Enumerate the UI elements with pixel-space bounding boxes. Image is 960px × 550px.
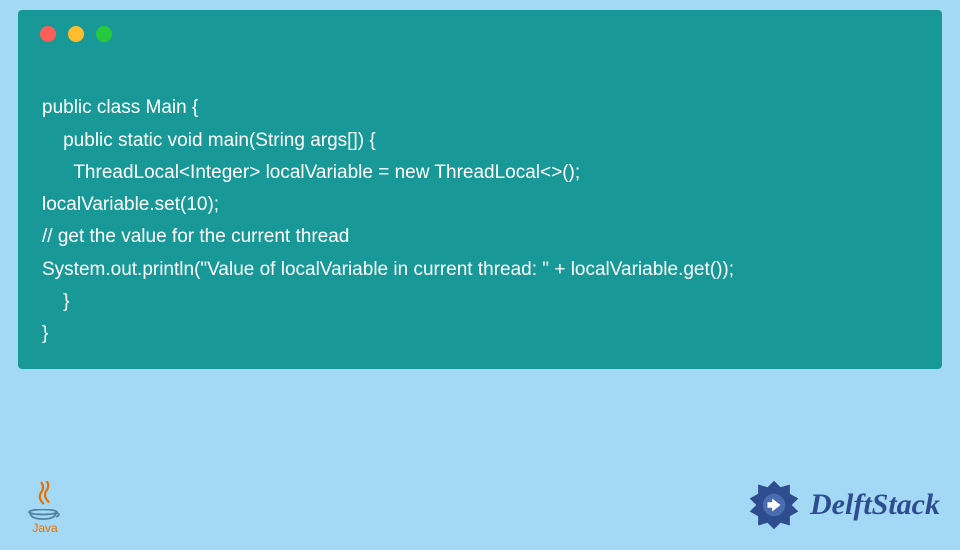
delft-logo: DelftStack <box>746 477 940 533</box>
java-label: Java <box>32 521 57 535</box>
code-line: } <box>42 291 69 312</box>
close-dot <box>40 26 56 42</box>
code-block: public class Main { public static void m… <box>18 10 942 369</box>
code-content: public class Main { public static void m… <box>18 42 942 351</box>
code-line: ThreadLocal<Integer> localVariable = new… <box>42 162 580 183</box>
code-line: public class Main { <box>42 97 198 118</box>
code-line: public static void main(String args[]) { <box>42 130 376 151</box>
delft-gear-icon <box>746 477 802 533</box>
minimize-dot <box>68 26 84 42</box>
maximize-dot <box>96 26 112 42</box>
window-controls <box>18 10 942 42</box>
code-line: } <box>42 323 48 344</box>
footer: Java DelftStack <box>0 470 960 540</box>
code-line: localVariable.set(10); <box>42 194 219 215</box>
code-line: System.out.println("Value of localVariab… <box>42 259 734 280</box>
java-logo: Java <box>20 475 70 535</box>
java-steam-icon <box>36 481 54 507</box>
delft-label: DelftStack <box>810 488 940 522</box>
code-line: // get the value for the current thread <box>42 226 349 247</box>
